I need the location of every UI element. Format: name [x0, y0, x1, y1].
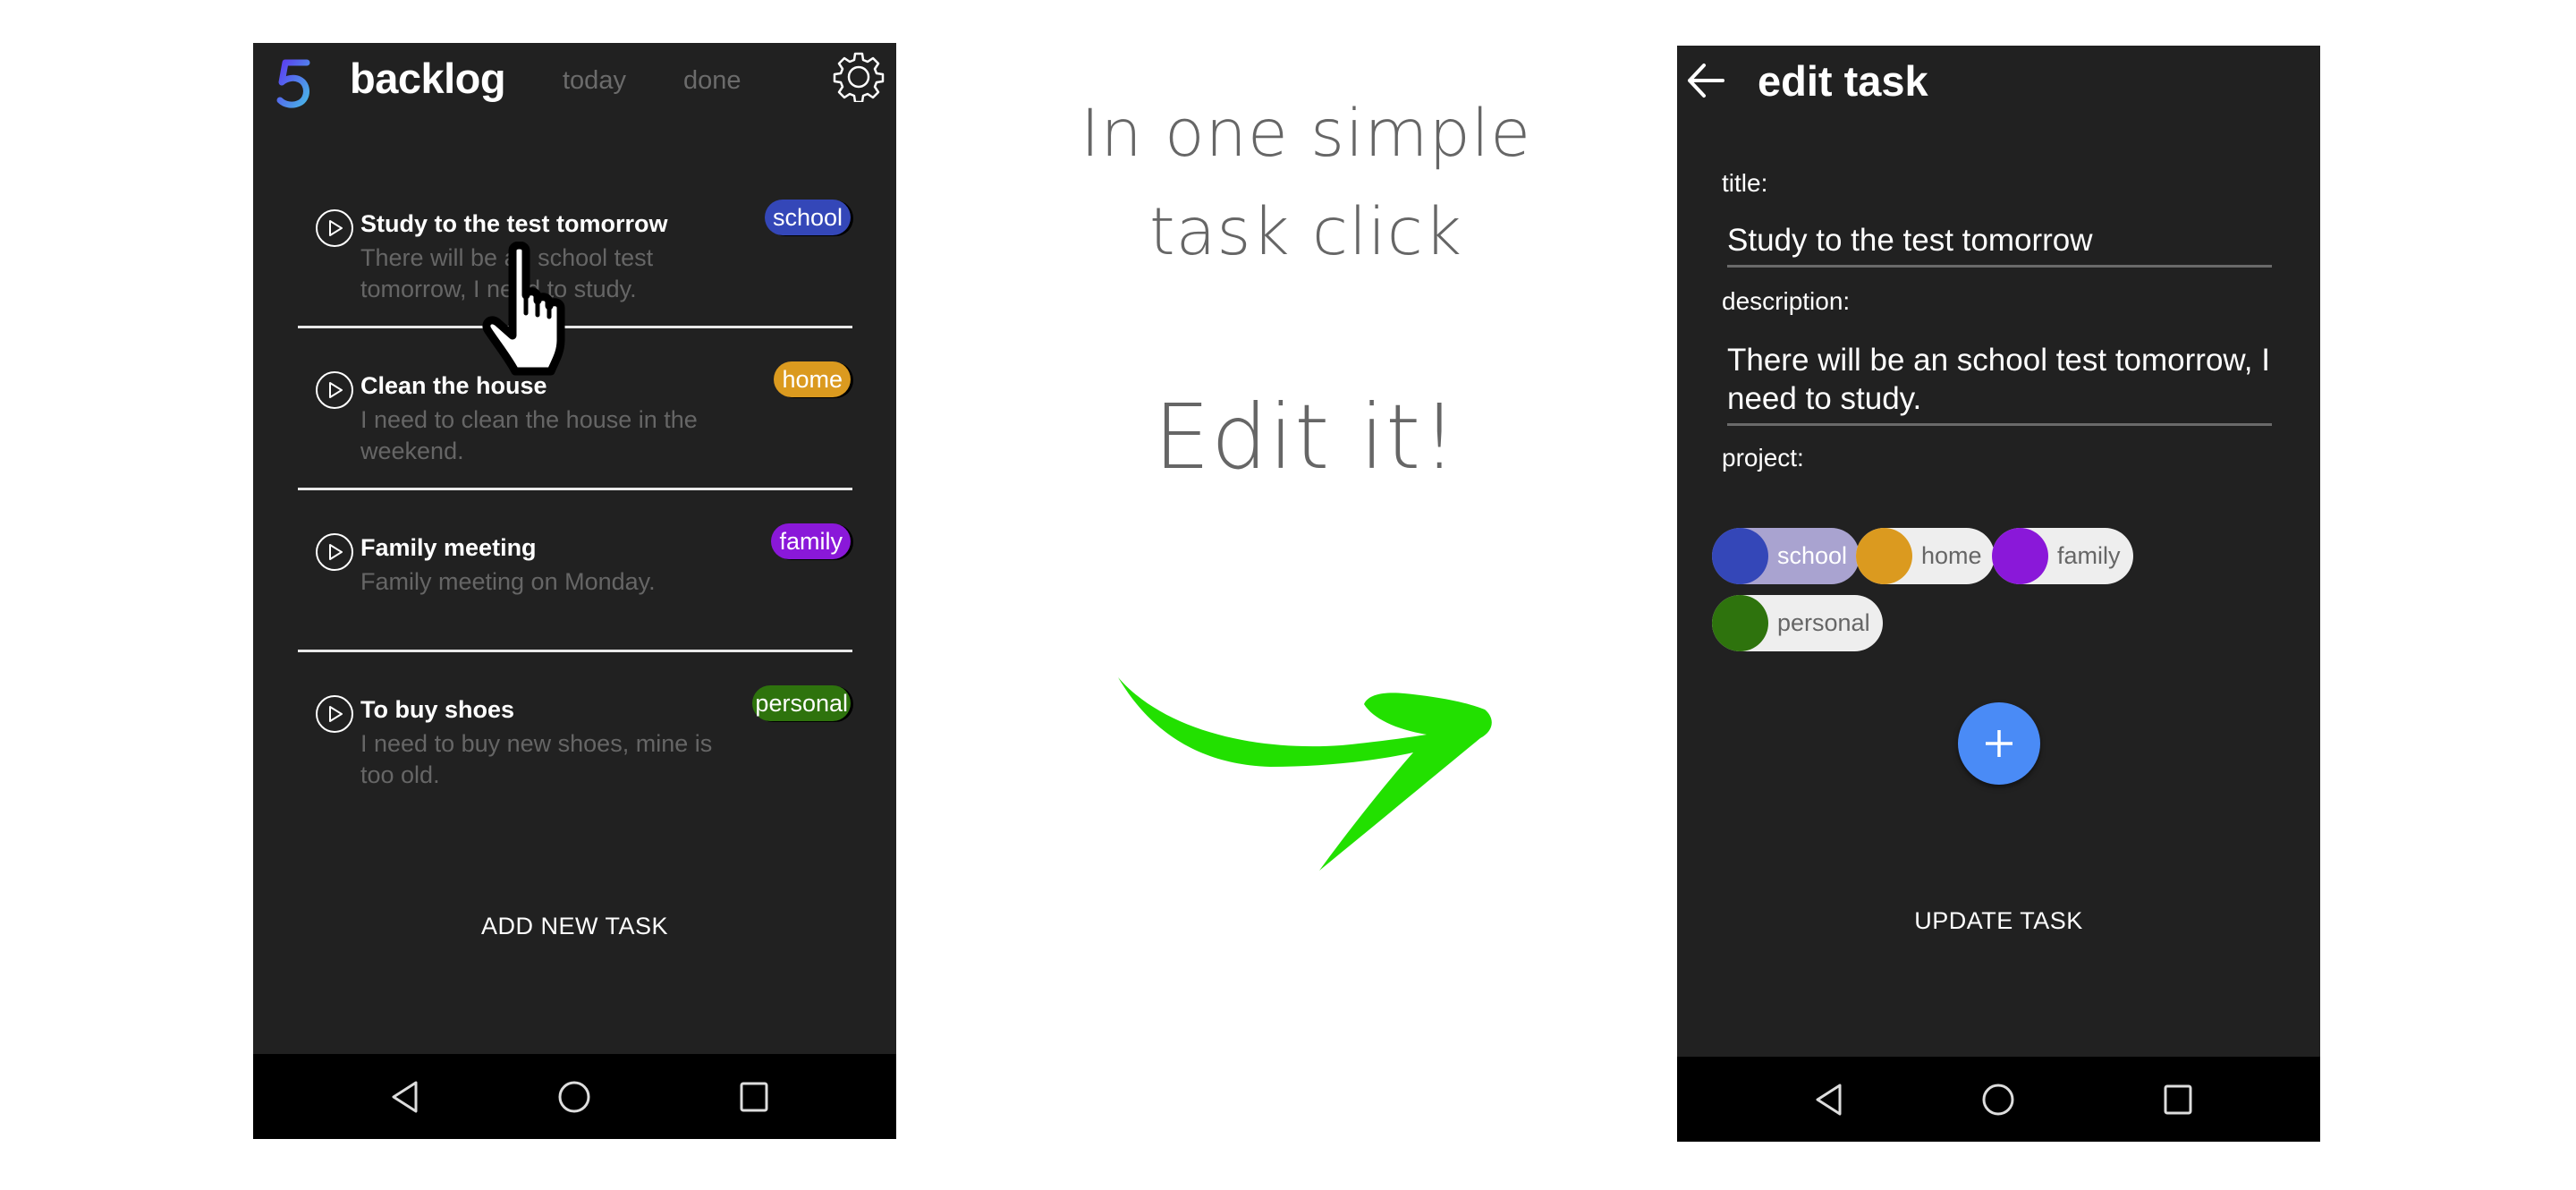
nav-back-button[interactable]: [382, 1074, 428, 1120]
back-triangle-icon: [1816, 1084, 1842, 1116]
backlog-screen: backlog today done Study to the test tom…: [253, 43, 896, 1139]
nav-home-button[interactable]: [1975, 1076, 2021, 1123]
play-icon[interactable]: [315, 694, 354, 734]
home-circle-icon: [558, 1081, 590, 1113]
caption-line-1: In one simple: [1080, 96, 1531, 172]
caption-text: In one simple task click: [1055, 85, 1556, 282]
project-badge: school: [764, 200, 851, 235]
task-title: To buy shoes: [360, 696, 515, 723]
add-new-task-button[interactable]: ADD NEW TASK: [253, 913, 896, 940]
add-project-fab[interactable]: [1958, 702, 2040, 785]
project-chip-home[interactable]: home: [1856, 528, 1995, 584]
task-item[interactable]: Clean the house I need to clean the hous…: [298, 361, 852, 523]
caption-edit-it: Edit it!: [1153, 385, 1459, 489]
system-nav-bar: [1677, 1057, 2320, 1142]
title-label: title:: [1722, 169, 1768, 197]
project-label: project:: [1722, 444, 1804, 472]
project-badge: personal: [752, 685, 851, 721]
hand-pointer-icon: [482, 242, 565, 376]
chip-label: school: [1777, 542, 1848, 569]
project-badge: family: [771, 523, 851, 559]
page-title: edit task: [1758, 57, 1928, 105]
color-dot: [1992, 528, 2048, 584]
task-item[interactable]: To buy shoes I need to buy new shoes, mi…: [298, 685, 852, 846]
play-icon[interactable]: [315, 370, 354, 410]
task-title: Clean the house: [360, 372, 547, 399]
play-icon[interactable]: [315, 208, 354, 248]
green-arrow-icon: [1118, 677, 1492, 871]
project-chip-personal[interactable]: personal: [1712, 595, 1883, 651]
project-chip-family[interactable]: family: [1992, 528, 2133, 584]
plus-icon: [1986, 730, 2012, 757]
chip-label: personal: [1777, 609, 1870, 636]
recents-square-icon: [2164, 1084, 2192, 1115]
back-arrow-icon[interactable]: [1682, 58, 1727, 103]
nav-home-button[interactable]: [551, 1074, 597, 1120]
color-dot: [1712, 595, 1768, 651]
back-triangle-icon: [392, 1081, 418, 1113]
title-input[interactable]: Study to the test tomorrow: [1727, 221, 2272, 268]
divider: [298, 488, 852, 490]
color-dot: [1856, 528, 1912, 584]
nav-recents-button[interactable]: [2155, 1076, 2201, 1123]
description-input[interactable]: There will be an school test tomorrow, I…: [1727, 341, 2272, 426]
edit-task-screen: edit task title: Study to the test tomor…: [1677, 46, 2320, 1142]
system-nav-bar: [253, 1054, 896, 1139]
project-badge: home: [774, 361, 851, 397]
tab-today[interactable]: today: [563, 66, 626, 96]
caption-line-2: task click: [1149, 194, 1462, 270]
task-item[interactable]: Family meeting Family meeting on Monday.…: [298, 523, 852, 684]
home-circle-icon: [1982, 1084, 2014, 1116]
play-icon[interactable]: [315, 532, 354, 572]
chip-label: home: [1921, 542, 1982, 569]
tab-done[interactable]: done: [683, 66, 741, 96]
task-description: Family meeting on Monday.: [360, 568, 656, 595]
nav-back-button[interactable]: [1806, 1076, 1852, 1123]
update-task-button[interactable]: UPDATE TASK: [1677, 907, 2320, 935]
recents-square-icon: [740, 1082, 768, 1112]
project-chip-school[interactable]: school: [1712, 528, 1860, 584]
task-description: I need to clean the house in the weekend…: [360, 406, 698, 464]
task-description: I need to buy new shoes, mine is too old…: [360, 730, 713, 788]
task-title: Study to the test tomorrow: [360, 210, 668, 237]
description-label: description:: [1722, 287, 1851, 315]
gear-icon[interactable]: [833, 50, 885, 102]
app-logo-icon: [276, 59, 310, 108]
app-title: backlog: [350, 55, 506, 102]
color-dot: [1712, 528, 1768, 584]
divider: [298, 650, 852, 652]
task-title: Family meeting: [360, 534, 537, 561]
nav-recents-button[interactable]: [731, 1074, 777, 1120]
chip-label: family: [2057, 542, 2121, 569]
